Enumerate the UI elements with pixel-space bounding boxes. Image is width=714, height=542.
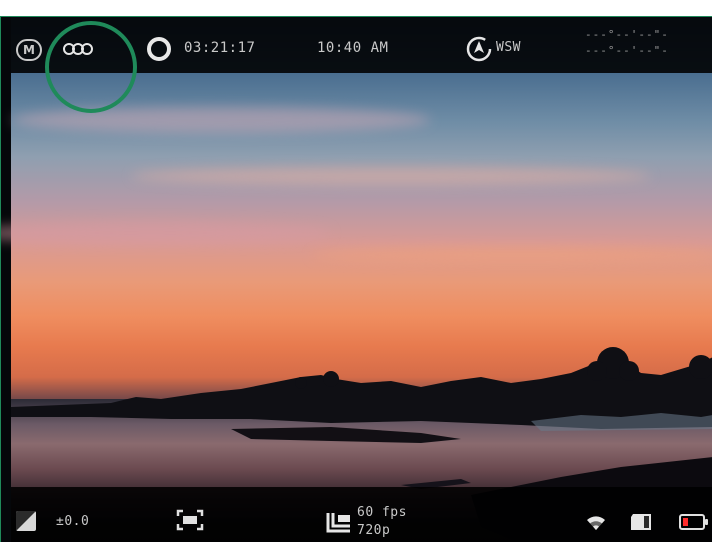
compass-heading: WSW [496, 40, 521, 55]
video-format-icon[interactable] [326, 511, 352, 533]
clock-time: 10:40 AM [317, 40, 389, 56]
video-resolution: 720p [357, 523, 391, 538]
highlight-callout-circle [45, 21, 137, 113]
compass-icon [466, 36, 492, 62]
exposure-compensation-icon[interactable] [16, 511, 36, 531]
battery-level [683, 518, 688, 526]
mode-badge[interactable]: M [16, 39, 42, 61]
camera-viewfinder: M 03:21:17 10:40 AM WSW ---°--'--"- ---°… [0, 16, 712, 542]
record-icon[interactable] [147, 37, 171, 61]
gps-longitude: ---°--'--"- [585, 44, 669, 57]
frame-rate: 60 fps [357, 505, 407, 520]
gps-coordinates: ---°--'--"- ---°--'--"- [585, 27, 669, 59]
exposure-value: ±0.0 [56, 514, 90, 529]
frame-guide-icon[interactable] [176, 509, 204, 531]
sd-card-icon[interactable] [629, 513, 653, 531]
record-timer: 03:21:17 [184, 40, 256, 56]
battery-icon[interactable] [679, 514, 708, 530]
wifi-icon[interactable] [585, 511, 607, 533]
gps-latitude: ---°--'--"- [585, 28, 669, 41]
